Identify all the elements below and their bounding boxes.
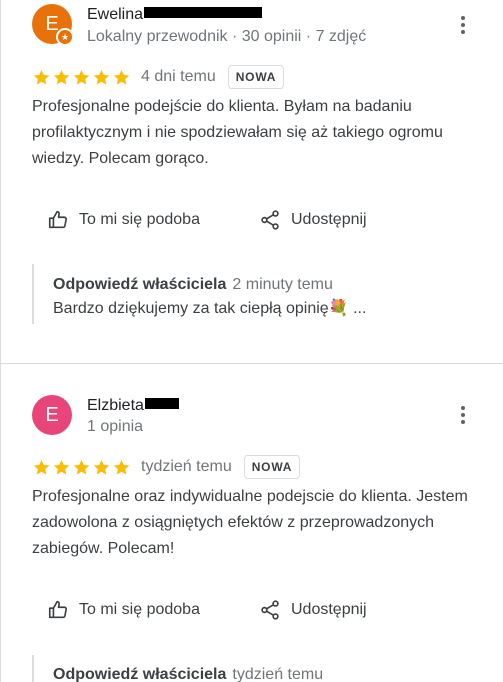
reply-owner: Odpowiedź właściciela — [53, 666, 227, 682]
star-icon — [33, 459, 50, 475]
author-meta[interactable]: Lokalny przewodnik · 30 opinii · 7 zdjęć — [87, 28, 366, 46]
owner-reply: Odpowiedź właściciela tydzień temu — [32, 655, 472, 682]
author-name[interactable]: Elzbieta — [87, 397, 144, 414]
author-name-row[interactable]: Elzbieta — [87, 397, 179, 415]
rating-row: tydzień temu NOWA — [32, 454, 301, 480]
reply-header: Odpowiedź właściciela tydzień temu — [53, 663, 472, 682]
star-icon — [53, 69, 70, 85]
review-card: E ★ Ewelina Lokalny przewodnik · 30 opin… — [1, 0, 503, 363]
star-icon — [93, 459, 110, 475]
reply-time: tydzień temu — [232, 666, 324, 682]
like-button[interactable]: To mi się podoba — [47, 208, 200, 232]
star-rating — [32, 68, 131, 87]
owner-reply: Odpowiedź właściciela 2 minuty temu Bardz… — [32, 264, 472, 324]
star-icon — [53, 459, 70, 475]
author-name[interactable]: Ewelina — [87, 6, 143, 23]
reply-header: Odpowiedź właściciela 2 minuty temu — [53, 273, 472, 297]
reply-text: Bardzo dziękujemy za tak ciepłą opinię💐 … — [53, 300, 367, 317]
share-label: Udostępnij — [291, 211, 367, 228]
reviews-panel: E ★ Ewelina Lokalny przewodnik · 30 opin… — [0, 0, 503, 682]
share-button[interactable]: Udostępnij — [259, 208, 367, 232]
star-icon — [113, 69, 130, 85]
redaction-bar — [144, 7, 263, 19]
rating-row: 4 dni temu NOWA — [32, 64, 285, 90]
more-options-icon[interactable] — [456, 14, 470, 36]
redaction-bar — [144, 398, 179, 410]
star-rating — [32, 458, 131, 477]
like-button[interactable]: To mi się podoba — [47, 598, 200, 622]
new-badge: NOWA — [243, 455, 301, 479]
avatar-initial: E — [45, 404, 59, 426]
share-icon — [261, 210, 279, 230]
review-text: Profesjonalne podejście do klienta. Była… — [32, 98, 443, 167]
thumbs-up-icon — [48, 210, 68, 229]
more-options-icon[interactable] — [456, 404, 470, 426]
share-icon — [261, 600, 279, 620]
avatar[interactable]: E ★ — [32, 4, 74, 46]
star-icon — [73, 69, 90, 85]
thumbs-up-icon — [48, 600, 68, 619]
star-icon — [33, 69, 50, 85]
star-icon — [113, 459, 130, 475]
reply-time: 2 minuty temu — [232, 276, 333, 293]
author-name-row[interactable]: Ewelina — [87, 6, 263, 24]
review-text: Profesjonalne oraz indywidualne podejsci… — [32, 488, 468, 557]
avatar[interactable]: E — [32, 395, 72, 435]
share-label: Udostępnij — [291, 601, 367, 618]
review-date: tydzień temu — [141, 458, 232, 475]
like-label: To mi się podoba — [79, 211, 200, 228]
star-icon — [73, 459, 90, 475]
reply-owner: Odpowiedź właściciela — [53, 276, 227, 293]
author-meta[interactable]: 1 opinia — [87, 418, 143, 436]
new-badge: NOWA — [227, 65, 285, 89]
local-guide-star-icon: ★ — [56, 28, 74, 46]
like-label: To mi się podoba — [79, 601, 200, 618]
review-card: E Elzbieta 1 opinia tydzień temu NOWA Pr… — [1, 364, 503, 682]
star-icon — [93, 69, 110, 85]
share-button[interactable]: Udostępnij — [259, 598, 367, 622]
review-date: 4 dni temu — [141, 68, 216, 85]
